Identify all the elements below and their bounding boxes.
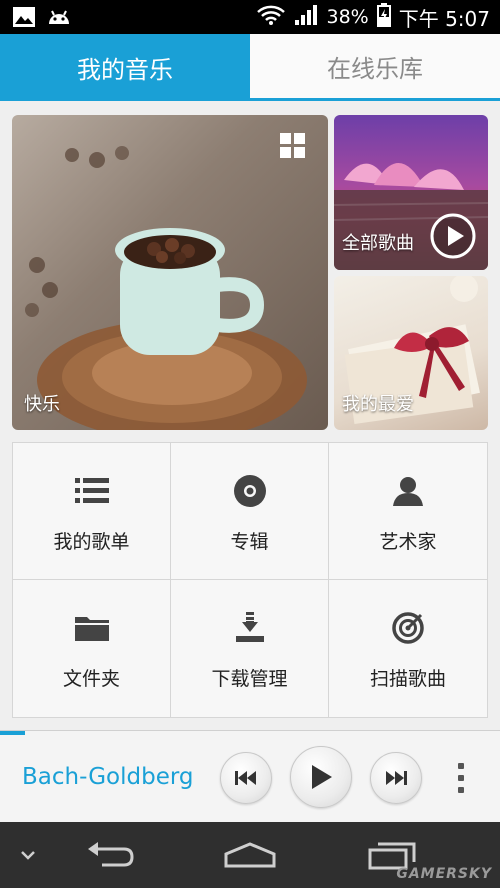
menu-item-albums[interactable]: 专辑 (171, 443, 329, 580)
navigation-bar: GAMERSKY (0, 822, 500, 888)
tile-label-all-songs: 全部歌曲 (342, 233, 414, 254)
favorites-tile[interactable]: 我的最爱 (334, 276, 488, 430)
tile-label-happy: 快乐 (24, 394, 60, 415)
menu-item-artists[interactable]: 艺术家 (329, 443, 487, 580)
mini-player: Bach-Goldberg (0, 730, 500, 823)
tab-online-library[interactable]: 在线乐库 (250, 34, 500, 101)
menu-label: 文件夹 (62, 668, 120, 690)
collapse-icon[interactable] (10, 822, 46, 888)
clock: 下午 5:07 (398, 6, 490, 31)
signal-icon (294, 4, 318, 31)
song-title[interactable]: Bach-Goldberg (22, 764, 192, 790)
menu-label: 下载管理 (211, 668, 288, 690)
person-icon (390, 473, 426, 509)
play-icon (312, 765, 332, 789)
status-bar: 38% 下午 5:07 (0, 0, 500, 34)
tab-my-music[interactable]: 我的音乐 (0, 34, 250, 101)
folder-icon (74, 610, 110, 646)
menu-item-folders[interactable]: 文件夹 (13, 580, 171, 717)
download-icon (232, 610, 268, 646)
menu-label: 艺术家 (379, 531, 437, 553)
menu-label: 我的歌单 (53, 531, 130, 553)
play-icon[interactable] (430, 213, 476, 259)
playback-progress-bar[interactable] (0, 731, 25, 735)
menu-item-my-playlists[interactable]: 我的歌单 (13, 443, 171, 580)
home-icon[interactable] (220, 822, 280, 888)
android-icon (46, 6, 72, 32)
tile-label-favorites: 我的最爱 (342, 394, 414, 415)
next-icon (386, 771, 407, 785)
battery-text: 38% (326, 6, 369, 28)
image-icon (12, 6, 36, 32)
previous-icon (235, 771, 256, 785)
menu-label: 专辑 (230, 531, 269, 553)
all-songs-tile[interactable]: 全部歌曲 (334, 115, 488, 270)
back-icon[interactable] (80, 822, 140, 888)
menu-item-downloads[interactable]: 下载管理 (171, 580, 329, 717)
grid-view-icon[interactable] (280, 133, 306, 159)
scan-icon (390, 610, 426, 646)
playlist-tile-happy[interactable]: 快乐 (12, 115, 328, 430)
battery-icon (376, 2, 391, 32)
disc-icon (232, 473, 268, 509)
play-button[interactable] (290, 746, 352, 808)
menu-label: 扫描歌曲 (369, 668, 446, 690)
wifi-icon (256, 4, 286, 31)
next-button[interactable] (370, 752, 422, 804)
menu-item-scan-songs[interactable]: 扫描歌曲 (329, 580, 487, 717)
coffee-cup-image (25, 146, 307, 430)
watermark: GAMERSKY (396, 866, 492, 882)
previous-button[interactable] (220, 752, 272, 804)
menu-grid: 我的歌单 专辑 艺术家 文件夹 下载管理 扫描歌曲 (12, 442, 488, 718)
tab-bar: 我的音乐 在线乐库 (0, 34, 500, 101)
list-icon (74, 473, 110, 509)
more-options-icon[interactable] (456, 763, 466, 793)
